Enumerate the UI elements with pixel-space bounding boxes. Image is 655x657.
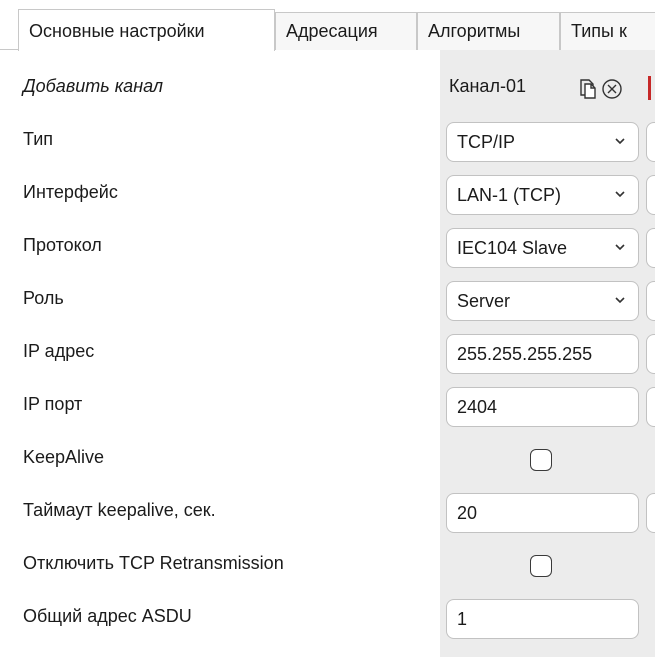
close-circle-icon[interactable] xyxy=(600,77,624,106)
role-label: Роль xyxy=(23,288,64,308)
role-select[interactable]: Server xyxy=(446,281,639,321)
tab-algorithms[interactable]: Алгоритмы xyxy=(417,12,560,50)
channel-header-row: Добавить канал Канал-01 xyxy=(0,62,655,115)
tab-label: Основные настройки xyxy=(29,21,205,41)
chevron-down-icon xyxy=(615,297,625,304)
next-channel-protocol-select[interactable] xyxy=(646,228,655,268)
next-channel-type-select[interactable] xyxy=(646,122,655,162)
keepalive-checkbox[interactable] xyxy=(530,449,552,471)
row-disable-tcp-retransmission: Отключить TCP Retransmission xyxy=(0,539,655,592)
disable-tcp-retransmission-checkbox[interactable] xyxy=(530,555,552,577)
role-value: Server xyxy=(457,291,511,311)
asdu-address-input[interactable]: 1 xyxy=(446,599,639,639)
add-channel-link[interactable]: Добавить канал xyxy=(23,76,163,97)
interface-value: LAN-1 (TCP) xyxy=(457,185,562,205)
next-channel-role-select[interactable] xyxy=(646,281,655,321)
type-value: TCP/IP xyxy=(457,132,516,152)
next-channel-remove-icon[interactable] xyxy=(648,76,651,100)
copy-icon[interactable] xyxy=(576,77,600,106)
row-asdu-address: Общий адрес ASDU 1 xyxy=(0,592,655,645)
chevron-down-icon xyxy=(615,138,625,145)
interface-label: Интерфейс xyxy=(23,182,118,202)
type-select[interactable]: TCP/IP xyxy=(446,122,639,162)
ip-port-input[interactable]: 2404 xyxy=(446,387,639,427)
keepalive-timeout-label: Таймаут keepalive, сек. xyxy=(23,500,216,520)
next-channel-ip-port-input[interactable] xyxy=(646,387,655,427)
chevron-down-icon xyxy=(615,244,625,251)
disable-tcp-retransmission-label: Отключить TCP Retransmission xyxy=(23,553,284,573)
row-protocol: Протокол IEC104 Slave xyxy=(0,221,655,274)
settings-tabs: Основные настройки Адресация Алгоритмы Т… xyxy=(0,0,655,51)
tab-label: Адресация xyxy=(286,21,378,41)
asdu-address-value: 1 xyxy=(457,609,468,629)
row-type: Тип TCP/IP xyxy=(0,115,655,168)
next-channel-keepalive-timeout-input[interactable] xyxy=(646,493,655,533)
chevron-down-icon xyxy=(615,191,625,198)
tab-label: Типы к xyxy=(571,21,627,41)
tab-label: Алгоритмы xyxy=(428,21,521,41)
row-interface: Интерфейс LAN-1 (TCP) xyxy=(0,168,655,221)
keepalive-label: KeepAlive xyxy=(23,447,105,467)
ip-port-label: IP порт xyxy=(23,394,83,414)
tab-basic-settings[interactable]: Основные настройки xyxy=(18,9,275,51)
tab-addressing[interactable]: Адресация xyxy=(275,12,417,50)
next-channel-ip-address-input[interactable] xyxy=(646,334,655,374)
protocol-select[interactable]: IEC104 Slave xyxy=(446,228,639,268)
row-keepalive-timeout: Таймаут keepalive, сек. 20 xyxy=(0,486,655,539)
row-ip-address: IP адрес 255.255.255.255 xyxy=(0,327,655,380)
next-channel-interface-select[interactable] xyxy=(646,175,655,215)
asdu-address-label: Общий адрес ASDU xyxy=(23,606,192,626)
type-label: Тип xyxy=(23,129,54,149)
ip-address-value: 255.255.255.255 xyxy=(457,344,593,364)
keepalive-timeout-value: 20 xyxy=(457,503,478,523)
ip-address-input[interactable]: 255.255.255.255 xyxy=(446,334,639,374)
protocol-value: IEC104 Slave xyxy=(457,238,568,258)
row-keepalive: KeepAlive xyxy=(0,433,655,486)
interface-select[interactable]: LAN-1 (TCP) xyxy=(446,175,639,215)
row-role: Роль Server xyxy=(0,274,655,327)
tab-types[interactable]: Типы к xyxy=(560,12,655,50)
keepalive-timeout-input[interactable]: 20 xyxy=(446,493,639,533)
protocol-label: Протокол xyxy=(23,235,102,255)
ip-port-value: 2404 xyxy=(457,397,498,417)
channel-name: Канал-01 xyxy=(449,76,526,96)
row-ip-port: IP порт 2404 xyxy=(0,380,655,433)
ip-address-label: IP адрес xyxy=(23,341,95,361)
